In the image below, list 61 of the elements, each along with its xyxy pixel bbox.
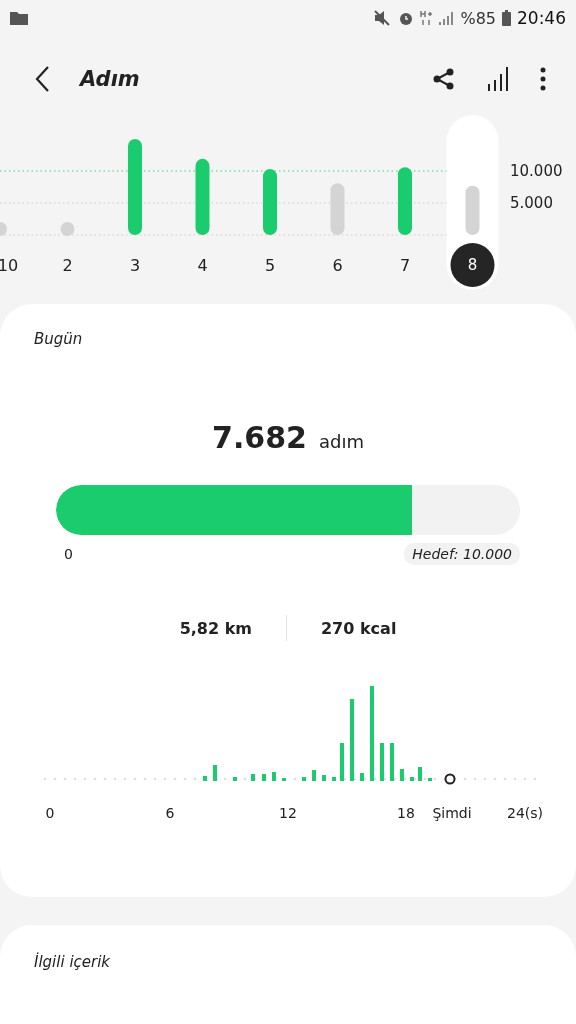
hour-label: Şimdi: [432, 805, 472, 821]
day-label[interactable]: 10: [0, 256, 19, 275]
hour-label: 18: [397, 805, 415, 821]
share-icon: [432, 67, 456, 91]
hourly-bar: [213, 765, 217, 781]
page-title: Adım: [80, 67, 140, 91]
bar-chart-icon: [486, 66, 510, 92]
alarm-icon: [398, 10, 415, 26]
progress-start: 0: [64, 546, 73, 562]
calories-value: 270 kcal: [321, 618, 397, 638]
hourly-bar: [262, 774, 266, 781]
day-label[interactable]: 7: [399, 256, 411, 275]
day-label[interactable]: 3: [129, 256, 141, 275]
goal-label: Hedef: 10.000: [404, 543, 520, 565]
axis-label: 10.000: [510, 162, 563, 180]
hourly-bar: [410, 777, 414, 781]
signal-icon: [438, 10, 455, 26]
day-bar: [263, 169, 277, 235]
hourly-bar: [233, 777, 237, 781]
hourly-bar: [400, 769, 404, 781]
more-icon: [540, 67, 546, 91]
hourly-bar: [340, 743, 344, 781]
battery-percent: %85: [460, 8, 496, 28]
hourly-bar: [302, 777, 306, 781]
hourly-bar: [251, 774, 255, 781]
network-icon: [420, 10, 433, 26]
hourly-bar: [418, 767, 422, 781]
hour-label: 12: [279, 805, 297, 821]
hourly-bar: [282, 778, 286, 781]
hourly-bar: [390, 743, 394, 781]
hourly-bar: [312, 770, 316, 781]
day-label[interactable]: 5: [264, 256, 276, 275]
hourly-bar: [203, 776, 207, 781]
step-count: 7.682: [212, 420, 307, 455]
hourly-bar: [380, 743, 384, 781]
day-label[interactable]: 4: [197, 256, 208, 275]
day-bar: [330, 183, 345, 235]
hour-label: 24(s): [507, 805, 543, 821]
hourly-bar: [272, 772, 276, 781]
distance-value: 5,82 km: [179, 618, 252, 638]
hourly-bar: [428, 778, 432, 781]
hourly-bar: [332, 777, 336, 781]
hour-label: 0: [45, 805, 55, 821]
day-label[interactable]: 8: [467, 256, 478, 274]
folder-icon: [10, 11, 28, 25]
step-unit: adım: [318, 431, 364, 452]
battery-icon: [502, 10, 511, 26]
day-dot: [60, 222, 75, 236]
day-label[interactable]: 6: [332, 256, 343, 275]
axis-label: 5.000: [510, 194, 553, 212]
hourly-bar: [322, 775, 326, 781]
day-label[interactable]: 2: [62, 256, 73, 275]
clock: 20:46: [517, 8, 566, 28]
now-marker: [444, 773, 456, 785]
hourly-bar: [360, 773, 364, 781]
card-heading: İlgili içerik: [34, 953, 111, 971]
hour-label: 6: [165, 805, 175, 821]
card-heading: Bugün: [34, 330, 83, 348]
day-bar: [398, 167, 412, 235]
back-icon: [34, 65, 50, 93]
selected-day-marker[interactable]: [450, 243, 495, 287]
